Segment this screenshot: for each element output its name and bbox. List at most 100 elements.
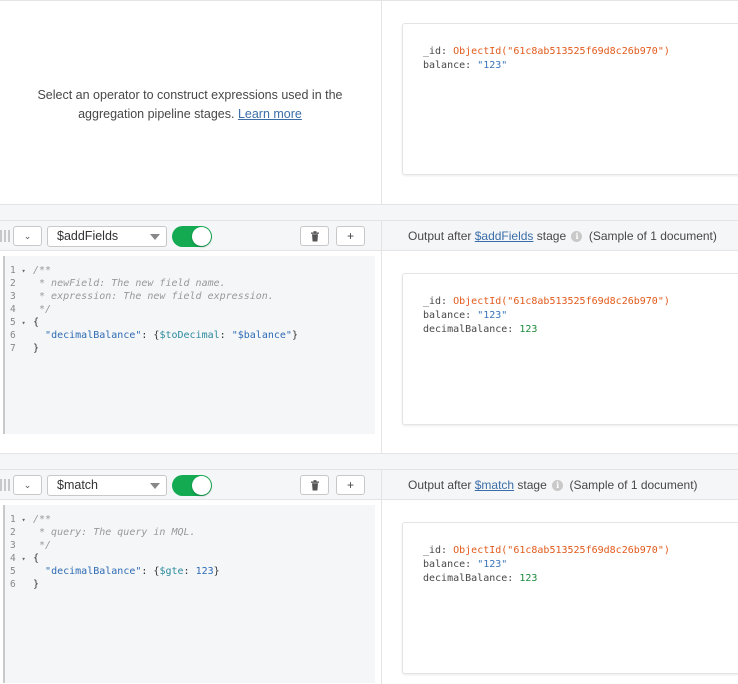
line-number: 1 ▾ — [5, 513, 33, 526]
line-number: 2 — [5, 277, 33, 290]
line-number-value: 5 — [10, 566, 16, 577]
line-number-value: 1 — [10, 265, 16, 276]
info-icon[interactable]: i — [552, 480, 564, 492]
fold-arrow-icon[interactable]: ▾ — [21, 516, 25, 524]
operator-hint-panel: Select an operator to construct expressi… — [0, 0, 381, 204]
stage-docs-link[interactable]: $addFields — [475, 229, 534, 243]
stage-separator — [0, 453, 738, 470]
operator-hint: Select an operator to construct expressi… — [20, 86, 360, 124]
code-line: 7 } — [5, 342, 375, 355]
add-stage-after-button[interactable]: + — [336, 475, 365, 495]
code-line: 1 ▾/** — [5, 264, 375, 277]
toggle-knob — [192, 227, 211, 246]
stage-separator — [0, 204, 738, 221]
chevron-down-icon[interactable]: ⌄ — [13, 226, 42, 246]
line-number: 7 — [5, 342, 33, 355]
line-number-value: 4 — [10, 304, 16, 315]
output-suffix: stage — [517, 478, 547, 492]
line-number: 6 — [5, 578, 33, 591]
line-number: 1 ▾ — [5, 264, 33, 277]
doc-field-key: balance: — [423, 559, 472, 570]
add-stage-after-button[interactable]: + — [336, 226, 365, 246]
code-value: 123 — [195, 566, 214, 577]
stage-output-panel: _id: ObjectId("61c8ab513525f69d8c26b970"… — [381, 500, 738, 684]
sample-count-text: (Sample of 1 document) — [569, 478, 698, 492]
doc-field-value: "123" — [477, 60, 508, 71]
fold-arrow-icon[interactable]: ▾ — [21, 319, 25, 327]
code-line: 4 */ — [5, 303, 375, 316]
fold-arrow-icon[interactable]: ▾ — [21, 267, 25, 275]
code-text: */ — [33, 540, 52, 551]
code-operator: $gte — [159, 566, 184, 577]
doc-field-key: _id: — [423, 296, 448, 307]
code-value: "$balance" — [231, 330, 292, 341]
delete-stage-button[interactable] — [300, 226, 329, 246]
code-text: } — [33, 343, 40, 354]
code-line: 3 * expression: The new field expression… — [5, 290, 375, 303]
stage-output-panel: _id: ObjectId("61c8ab513525f69d8c26b970"… — [381, 251, 738, 453]
stage-docs-link[interactable]: $match — [475, 478, 514, 492]
doc-field-key: decimalBalance: — [423, 573, 514, 584]
doc-field-value: ObjectId("61c8ab513525f69d8c26b970") — [453, 296, 670, 307]
stage-enabled-toggle[interactable] — [172, 226, 212, 247]
line-number: 3 — [5, 539, 33, 552]
trash-icon — [310, 480, 319, 491]
stage-editor-panel: 1 ▾/** 2 * query: The query in MQL. 3 */4 … — [0, 500, 381, 684]
doc-field-value: ObjectId("61c8ab513525f69d8c26b970") — [453, 46, 670, 57]
code-operator: $toDecimal — [159, 330, 220, 341]
output-prefix: Output after — [408, 229, 472, 243]
line-number-value: 2 — [10, 278, 16, 289]
line-number: 4 ▾ — [5, 552, 33, 565]
code-editor[interactable]: 1 ▾/** 2 * newField: The new field name. 3… — [3, 256, 375, 434]
info-icon[interactable]: i — [571, 231, 583, 243]
code-line: 2 * newField: The new field name. — [5, 277, 375, 290]
code-text: /** — [33, 514, 52, 525]
line-number-value: 3 — [10, 291, 16, 302]
code-key: "decimalBalance" — [45, 566, 142, 577]
stage-operator-select[interactable]: $match — [47, 475, 167, 496]
line-number: 2 — [5, 526, 33, 539]
doc-field-key: balance: — [423, 310, 472, 321]
trash-icon — [310, 231, 319, 242]
stage-toolbar: ⌄ $addFields + — [0, 221, 381, 251]
sample-count-text: (Sample of 1 document) — [588, 229, 717, 243]
code-editor[interactable]: 1 ▾/** 2 * query: The query in MQL. 3 */4 … — [3, 505, 375, 683]
line-number-value: 6 — [10, 330, 16, 341]
learn-more-link[interactable]: Learn more — [238, 107, 302, 121]
code-text: } — [33, 579, 40, 590]
output-prefix: Output after — [408, 478, 472, 492]
doc-field-key: _id: — [423, 46, 448, 57]
code-text: * newField: The new field name. — [33, 278, 226, 289]
caret-down-icon — [150, 483, 160, 489]
document-card: _id: ObjectId("61c8ab513525f69d8c26b970"… — [402, 273, 738, 425]
code-punct: : — [219, 330, 232, 341]
delete-stage-button[interactable] — [300, 475, 329, 495]
code-text: { — [33, 553, 40, 564]
line-number-value: 7 — [10, 343, 16, 354]
doc-field-value: "123" — [477, 559, 508, 570]
line-number: 3 — [5, 290, 33, 303]
drag-handle-icon[interactable] — [0, 479, 10, 491]
doc-field-key: _id: — [423, 545, 448, 556]
code-line: 5 ▾{ — [5, 316, 375, 329]
line-number: 4 — [5, 303, 33, 316]
caret-down-icon — [150, 234, 160, 240]
doc-field-value: "123" — [477, 310, 508, 321]
line-number-value: 2 — [10, 527, 16, 538]
drag-handle-icon[interactable] — [0, 230, 10, 242]
stage-enabled-toggle[interactable] — [172, 475, 212, 496]
stage-operator-select[interactable]: $addFields — [47, 226, 167, 247]
line-number-value: 6 — [10, 579, 16, 590]
code-line: 2 * query: The query in MQL. — [5, 526, 375, 539]
doc-field-key: decimalBalance: — [423, 324, 514, 335]
doc-field-value: ObjectId("61c8ab513525f69d8c26b970") — [453, 545, 670, 556]
code-text: */ — [33, 304, 52, 315]
fold-arrow-icon[interactable]: ▾ — [21, 555, 25, 563]
code-line: 3 */ — [5, 539, 375, 552]
code-text: { — [33, 317, 40, 328]
code-line: 1 ▾/** — [5, 513, 375, 526]
chevron-down-icon[interactable]: ⌄ — [13, 475, 42, 495]
line-number: 5 ▾ — [5, 316, 33, 329]
document-card: _id: ObjectId("61c8ab513525f69d8c26b970"… — [402, 23, 738, 175]
code-line: 4 ▾{ — [5, 552, 375, 565]
